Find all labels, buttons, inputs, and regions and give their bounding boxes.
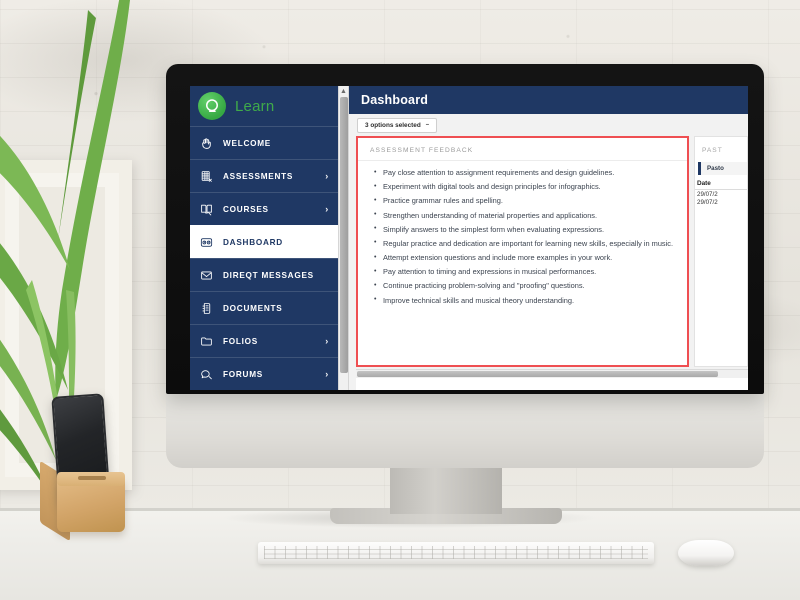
imac-monitor: Learn WELCOME ASSESSMENTS › COURSES › DA… (166, 64, 764, 394)
sidebar-item-courses[interactable]: COURSES › (190, 192, 338, 225)
sidebar-vertical-scrollbar[interactable]: ▲ (338, 86, 349, 390)
list-item: Pay close attention to assignment requir… (374, 167, 677, 179)
options-dropdown[interactable]: 3 options selected – (357, 117, 438, 133)
list-item: Regular practice and dedication are impo… (374, 237, 677, 250)
list-item: Practice grammar rules and spelling. (374, 195, 677, 207)
sidebar-item-forums[interactable]: FORUMS › (190, 357, 338, 390)
hand-wave-icon (199, 136, 214, 151)
tab-label: Pasto (707, 165, 724, 172)
chevron-right-icon: › (325, 204, 329, 215)
sidebar-item-assessments[interactable]: ASSESSMENTS › (190, 159, 338, 192)
sidebar: Learn WELCOME ASSESSMENTS › COURSES › DA… (190, 86, 338, 390)
chevron-right-icon: › (325, 369, 329, 380)
brand-name: Learn (235, 97, 275, 115)
keyboard-keys (264, 546, 648, 559)
sidebar-item-label: WELCOME (223, 138, 272, 148)
documents-icon (199, 301, 214, 316)
assessment-feedback-card: ASSESSMENT FEEDBACK Pay close attention … (356, 136, 689, 367)
list-item: Improve technical skills and musical the… (374, 294, 677, 307)
horizontal-scrollbar[interactable] (356, 369, 748, 378)
column-header-date: Date (695, 175, 747, 190)
chevron-right-icon: › (325, 171, 329, 182)
page-header: Dashboard (349, 86, 748, 114)
sidebar-item-label: COURSES (223, 204, 269, 214)
envelope-icon (199, 268, 214, 283)
sidebar-item-label: ASSESSMENTS (223, 171, 294, 181)
keyboard[interactable] (258, 542, 654, 564)
feedback-list: Pay close attention to assignment requir… (358, 161, 687, 315)
sidebar-item-dashboard[interactable]: DASHBOARD (190, 225, 338, 259)
chevron-down-icon: – (425, 122, 430, 128)
sidebar-item-direqt-messages[interactable]: DIREQT MESSAGES (190, 258, 338, 291)
phone-stand-front (57, 478, 125, 532)
folder-icon (199, 334, 214, 349)
scrollbar-thumb[interactable] (357, 371, 718, 377)
list-item: Pay attention to timing and expressions … (374, 266, 677, 278)
past-card-tab[interactable]: Pasto (698, 162, 747, 175)
brand-logo[interactable]: Learn (190, 86, 338, 126)
page-title: Dashboard (361, 93, 429, 107)
chat-bubble-icon (199, 367, 214, 382)
scroll-up-arrow-icon[interactable]: ▲ (339, 87, 348, 96)
screen-viewport: Learn WELCOME ASSESSMENTS › COURSES › DA… (190, 86, 748, 390)
list-item: Simplify answers to the simplest form wh… (374, 223, 677, 236)
main-content: Dashboard 3 options selected – ASSESSMEN… (349, 86, 748, 390)
book-icon (199, 202, 214, 217)
panels-row: ASSESSMENT FEEDBACK Pay close attention … (349, 136, 748, 367)
sidebar-item-welcome[interactable]: WELCOME (190, 126, 338, 159)
monitor-neck (390, 464, 502, 514)
sidebar-item-label: FOLIOS (223, 336, 258, 346)
monitor-chin (166, 392, 764, 468)
sidebar-item-folios[interactable]: FOLIOS › (190, 324, 338, 357)
list-item: Continue practicing problem-solving and … (374, 280, 677, 292)
chevron-right-icon: › (325, 336, 329, 347)
dashboard-gauge-icon (199, 235, 214, 250)
sidebar-item-label: DIREQT MESSAGES (223, 270, 314, 280)
dropdown-label: 3 options selected (365, 121, 421, 129)
scrollbar-thumb[interactable] (340, 97, 348, 373)
list-item: Experiment with digital tools and design… (374, 181, 677, 193)
list-item: Strengthen understanding of material pro… (374, 209, 677, 222)
toolbar: 3 options selected – (349, 114, 748, 136)
sidebar-item-label: DASHBOARD (223, 237, 283, 247)
assessment-grid-icon (199, 169, 214, 184)
table-row: 29/07/2 (697, 191, 718, 198)
q-glyph-icon (206, 99, 218, 113)
table-row: 29/07/2 (697, 199, 718, 206)
sidebar-item-label: DOCUMENTS (223, 303, 283, 313)
sidebar-item-label: FORUMS (223, 369, 263, 379)
content-bottom-padding (356, 378, 748, 390)
past-card-title: PAST (702, 147, 723, 154)
list-item: Attempt extension questions and include … (374, 252, 677, 264)
past-card: PAST Pasto Date 29/07/2 29/07/2 (694, 136, 748, 367)
sidebar-item-documents[interactable]: DOCUMENTS (190, 291, 338, 324)
photo-scene: Learn WELCOME ASSESSMENTS › COURSES › DA… (0, 0, 800, 600)
q-circle-logo-icon (198, 92, 226, 121)
card-title: ASSESSMENT FEEDBACK (358, 138, 687, 161)
phone-stand-slot (78, 476, 106, 480)
mouse[interactable] (678, 540, 734, 566)
